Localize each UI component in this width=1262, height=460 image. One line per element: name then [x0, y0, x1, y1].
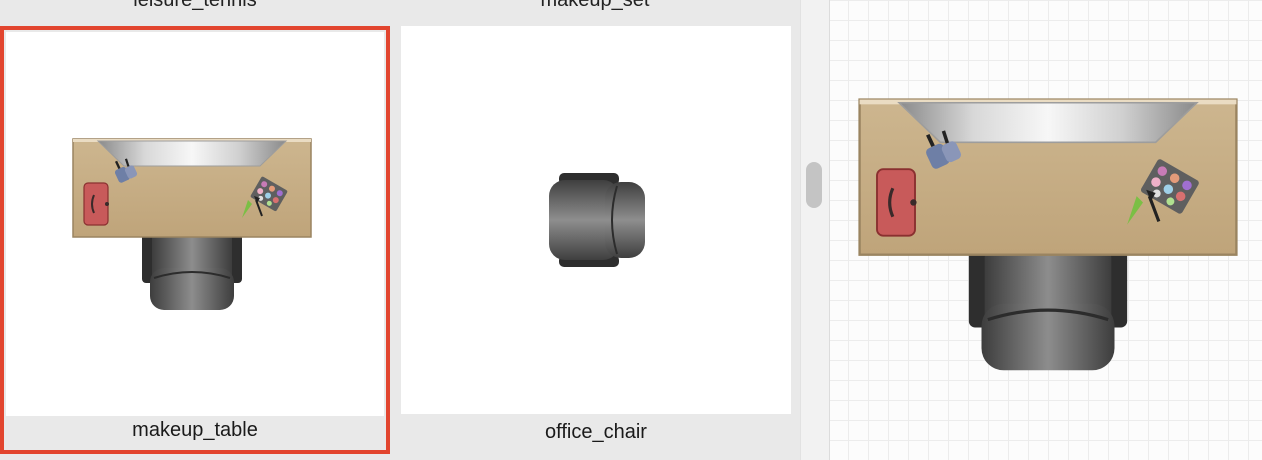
library-item-label: makeup_set — [540, 0, 650, 11]
library-item-makeup-table[interactable]: makeup_table — [0, 26, 390, 454]
office-chair-icon — [549, 173, 645, 267]
placed-makeup-table[interactable] — [858, 98, 1238, 375]
design-canvas[interactable] — [830, 0, 1262, 460]
panel-splitter[interactable] — [800, 0, 830, 460]
makeup-table-icon — [72, 138, 312, 313]
library-item-thumbnail — [6, 32, 384, 416]
library-item-label: makeup_table — [132, 419, 258, 441]
library-item-office-chair[interactable]: office_chair — [401, 26, 791, 454]
library-item-label: office_chair — [545, 421, 647, 443]
library-item-label: leisure_tennis — [133, 0, 257, 11]
library-item-thumbnail — [401, 26, 791, 414]
scrollbar-thumb[interactable] — [806, 162, 822, 208]
asset-library-panel: leisure_tennis makeup_set makeup_table o… — [0, 0, 800, 460]
